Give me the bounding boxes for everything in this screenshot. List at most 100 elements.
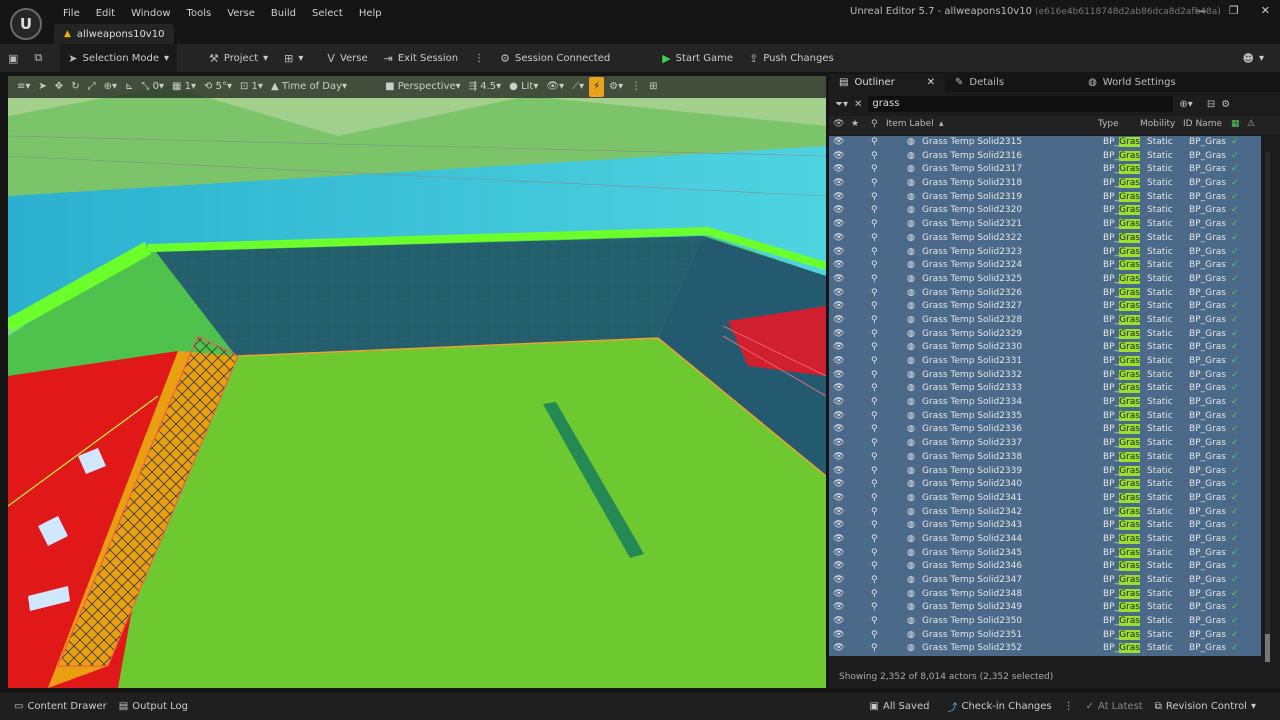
revision-control-dropdown[interactable]: ⧉ Revision Control ▾ bbox=[1149, 693, 1262, 720]
pin-icon[interactable]: ⚲ bbox=[871, 191, 878, 205]
table-row[interactable]: 👁 ⚲ ◍ Grass Temp Solid2321 BP_Gras Static BP_G… bbox=[829, 218, 1261, 232]
table-row[interactable]: 👁 ⚲ ◍ Grass Temp Solid2338 BP_Gras Static BP_G… bbox=[829, 450, 1261, 465]
visibility-eye-icon[interactable]: 👁 bbox=[833, 560, 844, 574]
table-row[interactable]: 👁 ⚲ ◍ Grass Temp Solid2335 BP_Gras Static BP_G… bbox=[829, 409, 1261, 424]
pin-icon[interactable]: ⚲ bbox=[871, 287, 878, 301]
visibility-eye-icon[interactable]: 👁 bbox=[833, 328, 844, 342]
pin-icon[interactable]: ⚲ bbox=[871, 437, 878, 451]
table-row[interactable]: 👁 ⚲ ◍ Grass Temp Solid2328 BP_Gras Static BP_G… bbox=[829, 313, 1261, 328]
coordinate-space-icon[interactable]: ⊕▾ bbox=[101, 77, 120, 97]
pin-icon[interactable]: ⚲ bbox=[871, 204, 878, 218]
add-actor-dropdown[interactable]: ⊞ ▾ bbox=[276, 44, 311, 72]
visibility-eye-icon[interactable]: 👁 bbox=[833, 533, 844, 547]
table-row[interactable]: 👁 ⚲ ◍ Grass Temp Solid2346 BP_Gras Static BP_G… bbox=[829, 560, 1261, 574]
scale-tool-icon[interactable]: ⤢ bbox=[85, 77, 99, 97]
pin-icon[interactable]: ⚲ bbox=[871, 232, 878, 246]
pin-icon[interactable]: ⚲ bbox=[871, 136, 878, 150]
table-row[interactable]: 👁 ⚲ ◍ Grass Temp Solid2318 BP_Gras Static BP_G… bbox=[829, 177, 1261, 191]
pin-icon[interactable]: ⚲ bbox=[871, 328, 878, 342]
pin-icon[interactable]: ⚲ bbox=[871, 615, 878, 629]
table-row[interactable]: 👁 ⚲ ◍ Grass Temp Solid2330 BP_Gras Static BP_G… bbox=[829, 341, 1261, 355]
table-row[interactable]: 👁 ⚲ ◍ Grass Temp Solid2333 BP_Gras Static BP_G… bbox=[829, 382, 1261, 397]
translate-tool-icon[interactable]: ✥ bbox=[52, 77, 66, 97]
table-row[interactable]: 👁 ⚲ ◍ Grass Temp Solid2352 BP_Gras Static BP_G… bbox=[829, 642, 1261, 657]
exit-session-button[interactable]: ⇥ Exit Session bbox=[376, 44, 467, 72]
visibility-eye-icon[interactable]: 👁 bbox=[833, 423, 844, 437]
session-connected-status[interactable]: ⚙ Session Connected bbox=[492, 44, 618, 72]
table-row[interactable]: 👁 ⚲ ◍ Grass Temp Solid2344 BP_Gras Static BP_G… bbox=[829, 532, 1261, 547]
minimize-icon[interactable]: — bbox=[1196, 4, 1207, 17]
viewport-menu-icon[interactable]: ≡▾ bbox=[14, 77, 33, 97]
pin-icon[interactable]: ⚲ bbox=[871, 410, 878, 424]
table-row[interactable]: 👁 ⚲ ◍ Grass Temp Solid2329 BP_Gras Static BP_G… bbox=[829, 327, 1261, 342]
realtime-toggle-icon[interactable]: ⚡ bbox=[589, 77, 605, 97]
table-row[interactable]: 👁 ⚲ ◍ Grass Temp Solid2339 BP_Gras Static BP_G… bbox=[829, 464, 1261, 479]
outliner-scrollbar-thumb[interactable] bbox=[1265, 634, 1270, 662]
visibility-eye-icon[interactable]: 👁 bbox=[833, 177, 844, 191]
visibility-column-icon[interactable]: 👁 bbox=[833, 119, 844, 129]
search-input[interactable]: grass bbox=[868, 96, 1174, 112]
visibility-eye-icon[interactable]: 👁 bbox=[833, 601, 844, 615]
viewport-options-icon[interactable]: ⋮ bbox=[628, 77, 644, 97]
save-button[interactable]: ▣ bbox=[0, 44, 26, 72]
visibility-eye-icon[interactable]: 👁 bbox=[833, 396, 844, 410]
pin-icon[interactable]: ⚲ bbox=[871, 341, 878, 355]
visibility-eye-icon[interactable]: 👁 bbox=[833, 629, 844, 643]
table-row[interactable]: 👁 ⚲ ◍ Grass Temp Solid2323 BP_Gras Static BP_G… bbox=[829, 245, 1261, 260]
angle-snap-toggle[interactable]: ⟲ 5°▾ bbox=[201, 77, 235, 97]
visibility-eye-icon[interactable]: 👁 bbox=[833, 506, 844, 520]
perspective-dropdown[interactable]: ■ Perspective▾ bbox=[382, 77, 464, 97]
table-row[interactable]: 👁 ⚲ ◍ Grass Temp Solid2322 BP_Gras Static BP_G… bbox=[829, 231, 1261, 246]
menu-help[interactable]: Help bbox=[351, 8, 390, 19]
favorite-column-icon[interactable]: ★ bbox=[851, 119, 859, 129]
pin-icon[interactable]: ⚲ bbox=[871, 492, 878, 506]
outliner-scrollbar[interactable] bbox=[1265, 152, 1270, 662]
pin-icon[interactable]: ⚲ bbox=[871, 601, 878, 615]
table-row[interactable]: 👁 ⚲ ◍ Grass Temp Solid2326 BP_Gras Static BP_G… bbox=[829, 286, 1261, 301]
pin-icon[interactable]: ⚲ bbox=[871, 533, 878, 547]
clear-search-icon[interactable]: ✕ bbox=[854, 99, 862, 110]
pin-icon[interactable]: ⚲ bbox=[871, 519, 878, 533]
visibility-eye-icon[interactable]: 👁 bbox=[833, 574, 844, 588]
table-row[interactable]: 👁 ⚲ ◍ Grass Temp Solid2325 BP_Gras Static BP_G… bbox=[829, 272, 1261, 287]
level-viewport[interactable]: ≡▾ ➤ ✥ ↻ ⤢ ⊕▾ ⊾ ⤡ 0▾ ▦ 1▾ ⟲ 5°▾ ⊡ 1▾ ▲ T… bbox=[8, 76, 826, 688]
menu-file[interactable]: File bbox=[55, 8, 88, 19]
pin-icon[interactable]: ⚲ bbox=[871, 478, 878, 492]
table-row[interactable]: 👁 ⚲ ◍ Grass Temp Solid2331 BP_Gras Static BP_G… bbox=[829, 355, 1261, 369]
table-row[interactable]: 👁 ⚲ ◍ Grass Temp Solid2351 BP_Gras Static BP_G… bbox=[829, 628, 1261, 643]
selection-mode-dropdown[interactable]: ➤ Selection Mode ▾ bbox=[60, 44, 178, 72]
all-saved-button[interactable]: ▣ All Saved bbox=[864, 693, 936, 720]
table-row[interactable]: 👁 ⚲ ◍ Grass Temp Solid2349 BP_Gras Static BP_G… bbox=[829, 601, 1261, 616]
document-tab[interactable]: ▲ allweapons10v10 bbox=[54, 24, 175, 44]
viewport-scene[interactable] bbox=[8, 76, 826, 688]
visibility-eye-icon[interactable]: 👁 bbox=[833, 588, 844, 602]
table-row[interactable]: 👁 ⚲ ◍ Grass Temp Solid2317 BP_Gras Static BP_G… bbox=[829, 163, 1261, 178]
filter-icon[interactable]: ⏷▾ bbox=[835, 99, 848, 110]
table-row[interactable]: 👁 ⚲ ◍ Grass Temp Solid2345 BP_Gras Static BP_G… bbox=[829, 546, 1261, 561]
visibility-eye-icon[interactable]: 👁 bbox=[833, 369, 844, 383]
visibility-eye-icon[interactable]: 👁 bbox=[833, 150, 844, 164]
menu-select[interactable]: Select bbox=[304, 8, 351, 19]
time-of-day-dropdown[interactable]: ▲ Time of Day▾ bbox=[268, 77, 350, 97]
output-log-button[interactable]: ▤ Output Log bbox=[113, 693, 194, 720]
pin-icon[interactable]: ⚲ bbox=[871, 629, 878, 643]
visibility-eye-icon[interactable]: 👁 bbox=[833, 465, 844, 479]
visibility-eye-icon[interactable]: 👁 bbox=[833, 382, 844, 396]
pin-icon[interactable]: ⚲ bbox=[871, 163, 878, 177]
close-icon[interactable]: ✕ bbox=[1261, 4, 1270, 17]
visibility-eye-icon[interactable]: 👁 bbox=[833, 642, 844, 656]
visibility-eye-icon[interactable]: 👁 bbox=[833, 218, 844, 232]
column-item-label[interactable]: Item Label bbox=[886, 119, 934, 129]
menu-tools[interactable]: Tools bbox=[179, 8, 220, 19]
table-row[interactable]: 👁 ⚲ ◍ Grass Temp Solid2341 BP_Gras Static BP_G… bbox=[829, 491, 1261, 506]
check-in-changes-button[interactable]: ⤴ Check-in Changes bbox=[941, 693, 1057, 720]
tab-outliner[interactable]: ▤ Outliner ✕ bbox=[829, 74, 945, 92]
visibility-eye-icon[interactable]: 👁 bbox=[833, 287, 844, 301]
browse-button[interactable]: ⧉ bbox=[26, 44, 50, 72]
unreal-logo-icon[interactable]: U bbox=[10, 8, 42, 40]
layout-grid-icon[interactable]: ⊞ bbox=[646, 77, 660, 97]
table-row[interactable]: 👁 ⚲ ◍ Grass Temp Solid2348 BP_Gras Static BP_G… bbox=[829, 587, 1261, 602]
pin-icon[interactable]: ⚲ bbox=[871, 642, 878, 656]
users-dropdown[interactable]: ☻ ▾ bbox=[1235, 44, 1273, 72]
lit-dropdown[interactable]: ● Lit▾ bbox=[506, 77, 541, 97]
